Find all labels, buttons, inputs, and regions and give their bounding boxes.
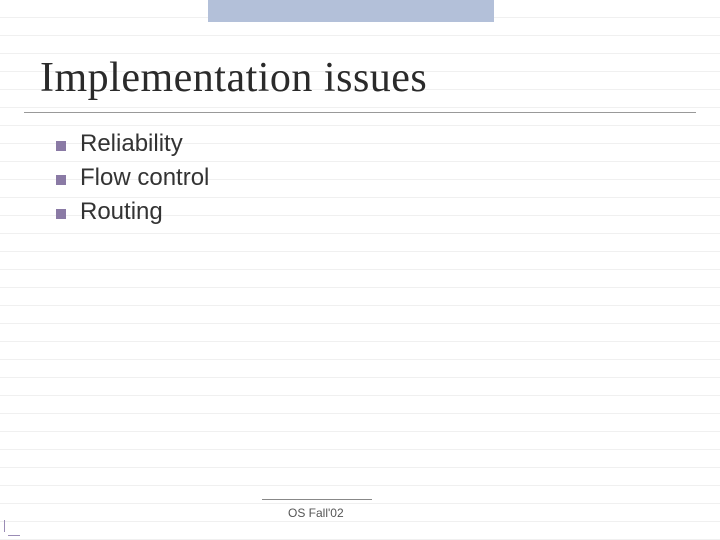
bullet-text: Reliability [80,130,183,158]
footer-text: OS Fall'02 [288,506,344,520]
bullet-text: Routing [80,198,163,226]
bullet-list: Reliability Flow control Routing [56,130,209,232]
bullet-square-icon [56,175,66,185]
bullet-square-icon [56,141,66,151]
bullet-square-icon [56,209,66,219]
bullet-text: Flow control [80,164,209,192]
slide-title: Implementation issues [40,54,427,102]
list-item: Flow control [56,164,209,192]
top-accent-bar [208,0,494,22]
list-item: Reliability [56,130,209,158]
list-item: Routing [56,198,209,226]
corner-mark-icon [0,510,30,540]
title-underline [24,112,696,113]
footer-rule [262,499,372,500]
slide: Implementation issues Reliability Flow c… [0,0,720,540]
